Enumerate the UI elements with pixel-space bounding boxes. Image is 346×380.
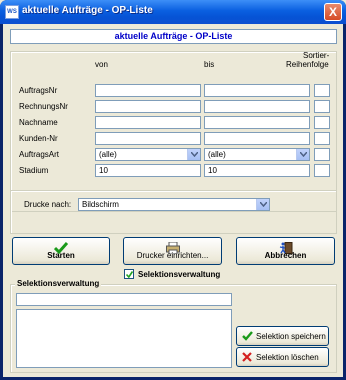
column-from-label: von xyxy=(95,60,108,69)
rechnungsnr-sort-input[interactable] xyxy=(314,100,330,113)
delete-selection-label: Selektion löschen xyxy=(256,353,319,362)
field-label-nachname: Nachname xyxy=(19,118,58,127)
page-title: aktuelle Aufträge - OP-Liste xyxy=(10,29,337,44)
auftragsart-from-select[interactable]: (alle) xyxy=(95,148,201,161)
print-target-value: Bildschirm xyxy=(82,200,119,209)
print-group xyxy=(10,190,337,234)
main-window: WS aktuelle Aufträge - OP-Liste X aktuel… xyxy=(0,0,346,380)
save-selection-label: Selektion speichern xyxy=(256,332,326,341)
field-label-rechnungsnr: RechnungsNr xyxy=(19,102,68,111)
field-label-kundennr: Kunden-Nr xyxy=(19,134,58,143)
auftragsnr-sort-input[interactable] xyxy=(314,84,330,97)
selection-name-input[interactable] xyxy=(16,293,232,306)
chevron-down-icon[interactable] xyxy=(296,149,309,160)
print-target-label: Drucke nach: xyxy=(24,200,72,209)
chevron-down-icon[interactable] xyxy=(256,199,269,210)
close-button[interactable]: X xyxy=(324,3,342,21)
selection-management-checkbox-label: Selektionsverwaltung xyxy=(138,270,221,279)
auftragsart-to-select[interactable]: (alle) xyxy=(204,148,310,161)
chevron-down-icon[interactable] xyxy=(187,149,200,160)
checkmark-icon xyxy=(242,331,253,343)
print-target-select[interactable]: Bildschirm xyxy=(78,198,270,211)
rechnungsnr-to-input[interactable] xyxy=(204,100,310,113)
nachname-sort-input[interactable] xyxy=(314,116,330,129)
selection-group-title: Selektionsverwaltung xyxy=(15,279,102,288)
selection-management-checkbox[interactable] xyxy=(124,269,134,279)
delete-x-icon xyxy=(242,352,252,364)
column-sort-label-2: Reihenfolge xyxy=(286,60,329,69)
title-bar[interactable]: WS aktuelle Aufträge - OP-Liste X xyxy=(0,0,346,24)
start-button-label: Starten xyxy=(47,251,75,260)
auftragsnr-to-input[interactable] xyxy=(204,84,310,97)
delete-selection-button[interactable]: Selektion löschen xyxy=(236,347,329,367)
auftragsart-from-value: (alle) xyxy=(99,150,117,159)
app-icon: WS xyxy=(5,5,19,19)
stadium-from-input[interactable]: 10 xyxy=(95,164,201,177)
field-label-auftragsnr: AuftragsNr xyxy=(19,86,58,95)
stadium-sort-input[interactable] xyxy=(314,164,330,177)
save-selection-button[interactable]: Selektion speichern xyxy=(236,326,329,346)
nachname-from-input[interactable] xyxy=(95,116,201,129)
start-button[interactable]: Starten xyxy=(12,237,110,265)
kundennr-sort-input[interactable] xyxy=(314,132,330,145)
rechnungsnr-from-input[interactable] xyxy=(95,100,201,113)
cancel-button[interactable]: Abbrechen xyxy=(236,237,335,265)
selection-list[interactable] xyxy=(16,309,232,368)
kundennr-to-input[interactable] xyxy=(204,132,310,145)
cancel-button-label: Abbrechen xyxy=(264,251,307,260)
auftragsart-sort-input[interactable] xyxy=(314,148,330,161)
printer-setup-button[interactable]: Drucker einrichten... xyxy=(123,237,222,265)
auftragsart-to-value: (alle) xyxy=(208,150,226,159)
stadium-to-input[interactable]: 10 xyxy=(204,164,310,177)
dialog-client: aktuelle Aufträge - OP-Liste von bis Sor… xyxy=(3,24,343,377)
field-label-auftragsart: AuftragsArt xyxy=(19,150,60,159)
field-label-stadium: Stadium xyxy=(19,166,49,175)
column-sort-label-1: Sortier- xyxy=(303,51,330,60)
kundennr-from-input[interactable] xyxy=(95,132,201,145)
auftragsnr-from-input[interactable] xyxy=(95,84,201,97)
column-to-label: bis xyxy=(204,60,215,69)
window-title: aktuelle Aufträge - OP-Liste xyxy=(22,5,153,16)
nachname-to-input[interactable] xyxy=(204,116,310,129)
printer-setup-label: Drucker einrichten... xyxy=(136,251,209,260)
